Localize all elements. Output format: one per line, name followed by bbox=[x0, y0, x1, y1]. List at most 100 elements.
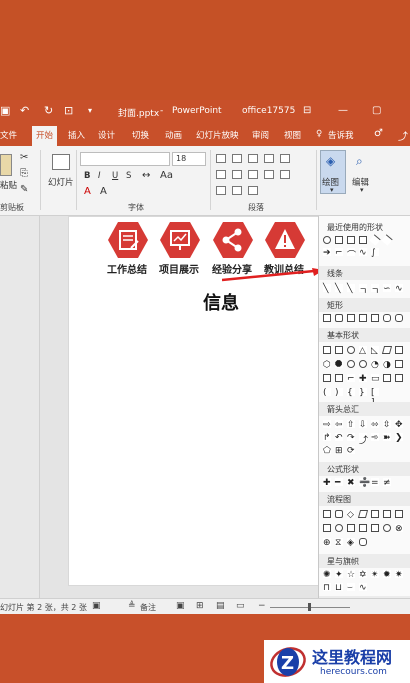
stars-grid[interactable]: ✺ ✦ ☆ ✡ ✴ ✹ ✷ ⊓ ⊔ ⌣ ∿ bbox=[323, 570, 409, 596]
freeform-shape-icon[interactable]: ∫ bbox=[371, 248, 379, 258]
up-down-arrow-icon[interactable]: ⇳ bbox=[383, 420, 391, 430]
normal-view-icon[interactable]: ▣ bbox=[176, 601, 185, 611]
redo-icon[interactable]: ↻ bbox=[44, 104, 53, 117]
tab-transitions[interactable]: 切换 bbox=[132, 129, 149, 141]
document-shape-icon[interactable] bbox=[395, 510, 403, 518]
bold-button[interactable]: B bbox=[84, 171, 90, 181]
sort-icon[interactable]: ◈ bbox=[347, 538, 355, 548]
multiply-icon[interactable]: ✖ bbox=[347, 478, 355, 488]
not-equal-icon[interactable]: ≠ bbox=[383, 478, 391, 488]
start-from-beginning-icon[interactable]: ⊡ bbox=[64, 104, 73, 117]
snip-rectangle-icon[interactable] bbox=[347, 314, 355, 322]
preparation-icon[interactable] bbox=[347, 524, 355, 532]
manual-input-icon[interactable] bbox=[359, 524, 367, 532]
octagon-icon[interactable]: ⯃ bbox=[335, 360, 343, 370]
font-color-icon[interactable]: A bbox=[84, 186, 91, 197]
heptagon-icon[interactable]: ⬡ bbox=[323, 360, 331, 370]
clear-format-icon[interactable]: A bbox=[100, 186, 107, 197]
right-arrow-shape-icon[interactable]: ⇨ bbox=[323, 420, 331, 430]
or-icon[interactable]: ⊗ bbox=[395, 524, 403, 534]
line-shape-icon[interactable]: ╲ bbox=[323, 284, 331, 294]
share-ribbon-icon[interactable]: ⤴ bbox=[398, 128, 408, 143]
slide-sorter-icon[interactable]: ⊞ bbox=[196, 601, 204, 611]
numbering-icon[interactable] bbox=[232, 154, 242, 163]
paste-label[interactable]: 粘贴 bbox=[0, 179, 17, 191]
shapes-gallery[interactable]: 最近使用的形状 ➔ ⌐ ⌒ ∿ ∫ 线条 ╲ ╲ ╲ ㄱ ㄱ ∽ ∿ 矩形 基本… bbox=[318, 216, 410, 602]
align-center-icon[interactable] bbox=[232, 170, 242, 179]
paste-icon[interactable] bbox=[0, 154, 12, 176]
text-box-icon[interactable] bbox=[347, 236, 355, 244]
trapezoid-icon[interactable] bbox=[395, 346, 403, 354]
pentagon-arrow-icon[interactable]: ⬠ bbox=[323, 446, 331, 456]
half-frame-icon[interactable] bbox=[335, 374, 343, 382]
lines-grid[interactable]: ╲ ╲ ╲ ㄱ ㄱ ∽ ∿ bbox=[323, 284, 409, 297]
smartart-icon[interactable] bbox=[248, 186, 258, 195]
data-icon[interactable] bbox=[357, 510, 369, 518]
can-icon[interactable] bbox=[383, 374, 391, 382]
round-same-side-icon[interactable] bbox=[395, 314, 403, 322]
star-4-icon[interactable]: ✦ bbox=[335, 570, 343, 580]
maximize-icon[interactable]: ▢ bbox=[372, 105, 381, 116]
align-text-icon[interactable] bbox=[232, 186, 242, 195]
round-corner-icon[interactable] bbox=[383, 314, 391, 322]
flowchart-grid[interactable]: ◇ ⊗ ⊕ ⧖ ◈ bbox=[323, 510, 409, 552]
wave-icon[interactable]: ∿ bbox=[359, 583, 367, 593]
pie-shape-icon[interactable]: ◔ bbox=[371, 360, 379, 370]
dodecagon-icon[interactable] bbox=[359, 360, 367, 368]
bracket-right-icon[interactable]: ) bbox=[335, 388, 343, 398]
plus-icon[interactable]: ✚ bbox=[359, 374, 367, 384]
shadow-button[interactable]: S bbox=[126, 171, 131, 181]
decrease-indent-icon[interactable] bbox=[248, 154, 258, 163]
format-painter-icon[interactable]: ✎ bbox=[20, 184, 28, 195]
chevron-down-icon[interactable]: ▾ bbox=[360, 186, 364, 194]
new-slide-label[interactable]: 幻灯片 bbox=[48, 176, 74, 188]
minus-icon[interactable]: ━ bbox=[335, 478, 343, 488]
notes-button[interactable]: 备注 bbox=[140, 602, 156, 613]
hex-item-4[interactable] bbox=[264, 220, 306, 260]
elbow-arrow-icon[interactable]: ㄱ bbox=[371, 284, 379, 297]
callout-arrow-icon[interactable]: ⊞ bbox=[335, 446, 343, 456]
manual-operation-icon[interactable] bbox=[371, 524, 379, 532]
pentagon-shape-icon[interactable] bbox=[335, 236, 343, 244]
ribbon-display-options-icon[interactable]: ⊟ bbox=[303, 105, 311, 116]
teardrop-icon[interactable] bbox=[395, 360, 403, 368]
shapes-icon[interactable]: ◈ bbox=[326, 154, 335, 168]
double-arrow-line-icon[interactable]: ╲ bbox=[347, 284, 355, 294]
triangle-shape-icon[interactable]: △ bbox=[359, 346, 367, 356]
rectangle-shape-icon[interactable] bbox=[323, 314, 331, 322]
down-arrow-shape-icon[interactable]: ⇩ bbox=[359, 420, 367, 430]
spelling-icon[interactable]: ▣ bbox=[92, 601, 101, 611]
text-direction-icon[interactable] bbox=[216, 186, 226, 195]
collate-icon[interactable]: ⧖ bbox=[335, 538, 343, 548]
curved-connector-icon[interactable]: ⌒ bbox=[347, 248, 356, 261]
cube-icon[interactable] bbox=[395, 374, 403, 382]
italic-button[interactable]: I bbox=[98, 171, 101, 181]
hexagon-shape-icon[interactable] bbox=[323, 236, 331, 244]
zoom-out-icon[interactable]: − bbox=[258, 601, 266, 611]
alternate-process-icon[interactable] bbox=[335, 510, 343, 518]
slide-thumbnails-pane[interactable] bbox=[0, 216, 40, 598]
save-icon[interactable]: ▣ bbox=[0, 104, 10, 117]
customize-toolbar-icon[interactable]: ▾ bbox=[88, 106, 92, 115]
parallelogram-icon[interactable] bbox=[381, 346, 393, 354]
quad-arrow-icon[interactable]: ✥ bbox=[395, 420, 403, 430]
slide-title[interactable]: 信息 bbox=[203, 289, 239, 315]
oval-shape-icon[interactable] bbox=[347, 346, 355, 354]
align-left-icon[interactable] bbox=[216, 170, 226, 179]
circular-arrow-icon[interactable]: ⟳ bbox=[347, 446, 355, 456]
tab-animations[interactable]: 动画 bbox=[165, 129, 182, 141]
vertical-text-box-icon[interactable] bbox=[335, 346, 343, 354]
reading-view-icon[interactable]: ▤ bbox=[216, 601, 225, 611]
rounded-rectangle-icon[interactable] bbox=[335, 314, 343, 322]
change-case-icon[interactable]: Aa bbox=[160, 170, 173, 181]
align-right-icon[interactable] bbox=[248, 170, 258, 179]
tab-file[interactable]: 文件 bbox=[0, 129, 17, 141]
underline-button[interactable]: U bbox=[112, 171, 118, 181]
tab-home[interactable]: 开始 bbox=[32, 126, 58, 146]
arrow-line-icon[interactable]: ╲ bbox=[335, 284, 343, 294]
decision-icon[interactable]: ◇ bbox=[347, 510, 355, 520]
line-spacing-icon[interactable] bbox=[280, 154, 290, 163]
justify-icon[interactable] bbox=[264, 170, 274, 179]
process-icon[interactable] bbox=[323, 510, 331, 518]
brace-left-icon[interactable]: { bbox=[347, 388, 355, 398]
